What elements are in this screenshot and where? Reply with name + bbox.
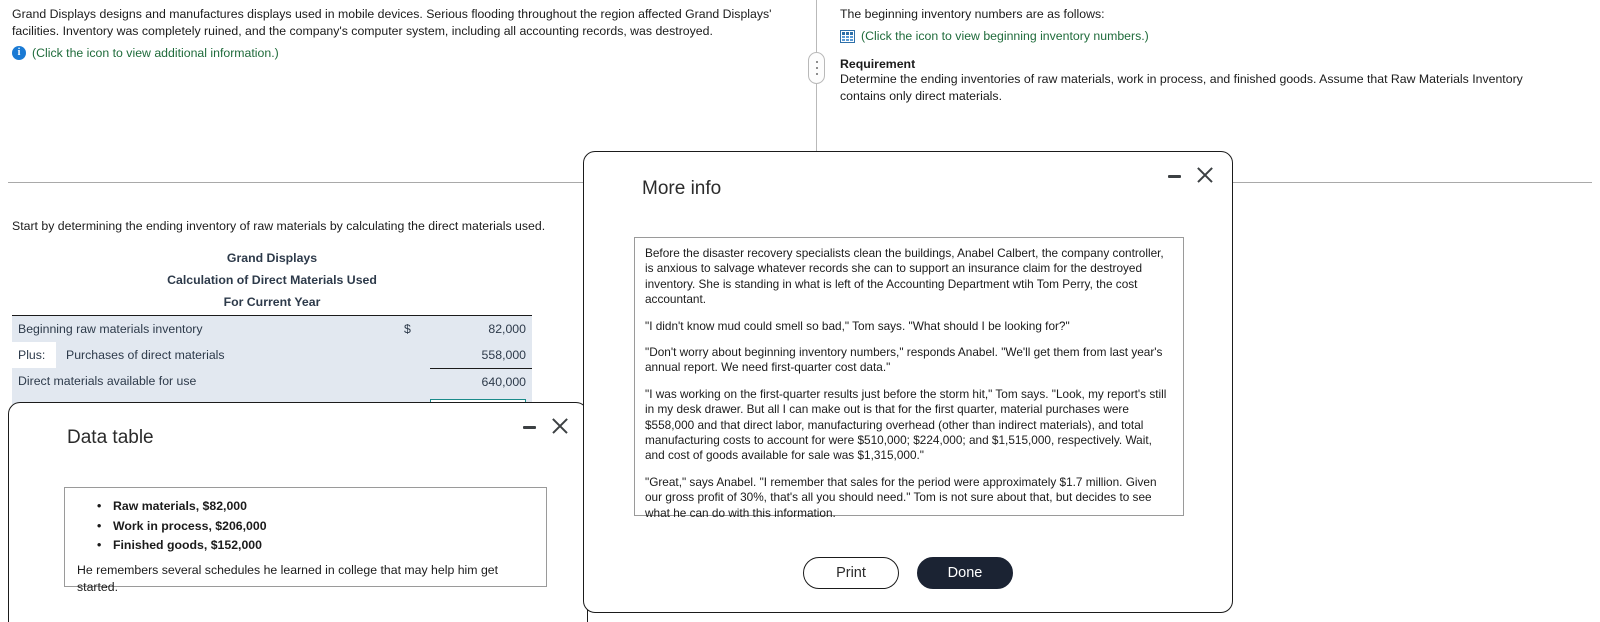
beginning-inventory-list: Raw materials, $82,000 Work in process, … xyxy=(77,497,534,556)
more-info-paragraph: "I didn't know mud could smell so bad," … xyxy=(645,318,1070,333)
row-label: Purchases of direct materials xyxy=(56,341,404,368)
grip-dot xyxy=(815,67,818,69)
grip-dot xyxy=(815,73,818,75)
row-value: 82,000 xyxy=(430,315,532,342)
close-icon[interactable] xyxy=(551,417,569,435)
list-item: Raw materials, $82,000 xyxy=(97,497,534,517)
more-info-dialog-controls xyxy=(1167,166,1214,184)
requirement-heading: Requirement xyxy=(840,57,916,71)
row-value: 558,000 xyxy=(430,341,532,369)
table-title-statement: Calculation of Direct Materials Used xyxy=(12,269,532,291)
row-label: Direct materials available for use xyxy=(12,368,404,395)
row-label: Beginning raw materials inventory xyxy=(12,315,404,342)
data-table-dialog: Data table Raw materials, $82,000 Work i… xyxy=(8,402,588,622)
table-title-period: For Current Year xyxy=(12,291,532,313)
beginning-inventory-link[interactable]: (Click the icon to view beginning invent… xyxy=(840,29,1560,43)
table-title-row: For Current Year xyxy=(12,291,532,313)
table-grid-icon[interactable] xyxy=(840,29,855,43)
print-button[interactable]: Print xyxy=(803,557,899,589)
table-row: Plus: Purchases of direct materials 558,… xyxy=(12,341,532,369)
minimize-icon[interactable] xyxy=(522,419,537,434)
more-info-paragraph: "Great," says Anabel. "I remember that s… xyxy=(645,474,1157,520)
direct-materials-used-table: Grand Displays Calculation of Direct Mat… xyxy=(12,247,532,421)
requirement-text: Determine the ending inventories of raw … xyxy=(840,72,1523,103)
row-currency: $ xyxy=(404,315,430,342)
more-info-paragraph: "Don't worry about beginning inventory n… xyxy=(645,345,1163,375)
table-title-row: Calculation of Direct Materials Used xyxy=(12,269,532,291)
list-item: Work in process, $206,000 xyxy=(97,517,534,537)
more-info-dialog: More info Before the disaster recovery s… xyxy=(583,151,1233,613)
table-title-company: Grand Displays xyxy=(12,247,532,269)
additional-information-link[interactable]: i (Click the icon to view additional inf… xyxy=(12,46,802,60)
beginning-inventory-link-label[interactable]: (Click the icon to view beginning invent… xyxy=(861,29,1149,43)
problem-paragraph: Grand Displays designs and manufactures … xyxy=(12,7,772,38)
more-info-actions: Print Done xyxy=(584,557,1232,589)
additional-information-link-label[interactable]: (Click the icon to view additional infor… xyxy=(32,46,279,60)
row-currency xyxy=(404,368,430,395)
beginning-inventory-intro: The beginning inventory numbers are as f… xyxy=(840,7,1105,21)
table-row: Beginning raw materials inventory $ 82,0… xyxy=(12,315,532,342)
data-table-dialog-controls xyxy=(522,417,569,435)
more-info-content: Before the disaster recovery specialists… xyxy=(634,237,1184,520)
table-row: Direct materials available for use 640,0… xyxy=(12,368,532,395)
worksheet-area: Start by determining the ending inventor… xyxy=(12,219,572,421)
data-table-note: He remembers several schedules he learne… xyxy=(77,562,499,594)
problem-left-pane: Grand Displays designs and manufactures … xyxy=(12,6,802,60)
grip-dot xyxy=(815,61,818,63)
data-table-content: Raw materials, $82,000 Work in process, … xyxy=(64,487,547,594)
more-info-dialog-title: More info xyxy=(642,178,722,199)
data-table-dialog-title: Data table xyxy=(67,427,154,448)
worksheet-lead-in: Start by determining the ending inventor… xyxy=(12,219,546,233)
problem-statement: Grand Displays designs and manufactures … xyxy=(12,6,802,40)
list-item: Finished goods, $152,000 xyxy=(97,536,534,556)
row-currency xyxy=(404,341,430,368)
minimize-icon[interactable] xyxy=(1167,168,1182,183)
info-icon[interactable]: i xyxy=(12,46,26,60)
row-value: 640,000 xyxy=(430,368,532,395)
row-prefix: Plus: xyxy=(12,341,56,368)
done-button[interactable]: Done xyxy=(917,557,1013,589)
vertical-splitter-grip[interactable] xyxy=(808,52,825,84)
more-info-paragraph: "I was working on the first-quarter resu… xyxy=(645,386,1167,463)
problem-right-pane: The beginning inventory numbers are as f… xyxy=(840,6,1560,105)
close-icon[interactable] xyxy=(1196,166,1214,184)
table-title-row: Grand Displays xyxy=(12,247,532,269)
more-info-paragraph: Before the disaster recovery specialists… xyxy=(645,246,1164,307)
app-root: Grand Displays designs and manufactures … xyxy=(0,0,1600,622)
